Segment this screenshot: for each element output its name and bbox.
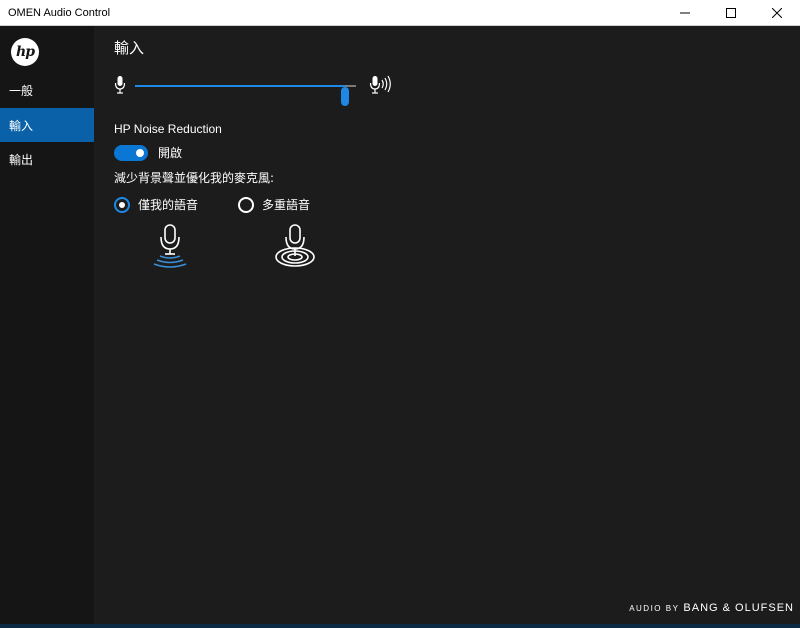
close-button[interactable] [754, 0, 800, 26]
sidebar-item-label: 輸出 [9, 152, 34, 167]
radio-button-checked[interactable] [114, 196, 130, 213]
audio-by-label: AUDIO BY [629, 604, 680, 613]
noise-reduction-toggle-row: 開啟 [114, 144, 182, 161]
radio-label: 僅我的語音 [138, 198, 199, 212]
bang-olufsen-logo: BANG & OLUFSEN [683, 602, 794, 614]
title-bar[interactable]: OMEN Audio Control [0, 0, 800, 26]
brand-label: AUDIO BY BANG & OLUFSEN [629, 602, 794, 614]
radio-label: 多重語音 [262, 198, 311, 212]
sidebar-item-label: 一般 [9, 83, 34, 98]
sidebar-item-general[interactable]: 一般 [0, 73, 94, 107]
radio-button[interactable] [238, 196, 254, 213]
minimize-button[interactable] [662, 0, 708, 26]
mic-icon [114, 76, 126, 94]
radio-option-my-voice[interactable]: 僅我的語音 [114, 196, 198, 213]
sidebar-item-label: 輸入 [9, 118, 34, 133]
mic-directional-icon [153, 224, 187, 268]
main-content: 輸入 HP Noise Reduction 開啟 減少背景聲並優化我的麥克風: … [94, 26, 800, 624]
mic-volume-row [114, 75, 404, 106]
app-window: OMEN Audio Control hp 一般 輸入 輸出 輸入 HP Noi… [0, 0, 800, 628]
sidebar-item-output[interactable]: 輸出 [0, 142, 94, 176]
bottom-border [0, 624, 800, 628]
page-title: 輸入 [114, 39, 145, 57]
hp-logo: hp [11, 38, 39, 66]
radio-option-multiple-voices[interactable]: 多重語音 [238, 196, 310, 213]
window-title: OMEN Audio Control [8, 6, 111, 19]
slider-fill [135, 85, 345, 87]
maximize-button[interactable] [708, 0, 754, 26]
toggle-knob [136, 148, 144, 157]
maximize-icon [726, 7, 736, 18]
mic-omni-icon [275, 224, 315, 267]
close-icon [772, 7, 782, 18]
noise-reduction-description: 減少背景聲並優化我的麥克風: [114, 171, 275, 185]
mic-volume-slider[interactable] [135, 85, 356, 106]
sidebar-item-input[interactable]: 輸入 [0, 108, 94, 142]
toggle-state-label: 開啟 [158, 146, 183, 160]
mic-loud-icon [369, 75, 391, 94]
slider-thumb[interactable] [340, 87, 349, 106]
noise-reduction-title: HP Noise Reduction [114, 122, 222, 136]
minimize-icon [680, 12, 690, 13]
noise-reduction-toggle[interactable] [114, 144, 148, 161]
sidebar: hp 一般 輸入 輸出 [0, 26, 94, 624]
